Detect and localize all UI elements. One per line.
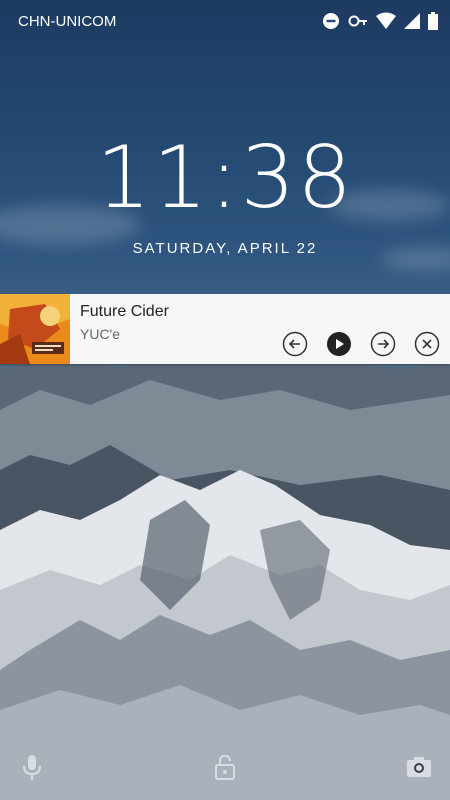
mic-icon (23, 755, 41, 780)
track-title: Future Cider (80, 303, 169, 320)
clock-time: 11:38 (96, 128, 354, 228)
camera-icon (407, 757, 431, 777)
album-art (0, 294, 70, 364)
previous-icon (282, 331, 308, 357)
play-button[interactable] (326, 331, 352, 357)
dnd-icon (322, 12, 340, 35)
media-notification[interactable]: Future Cider YUC'e (0, 294, 450, 364)
status-bar: CHN-UNICOM (0, 0, 450, 44)
next-button[interactable] (370, 331, 396, 357)
close-button[interactable] (414, 331, 440, 357)
media-controls (282, 331, 440, 357)
clock-date: SATURDAY, APRIL 22 (132, 240, 318, 257)
next-icon (370, 331, 396, 357)
unlock-icon (215, 754, 235, 780)
battery-icon (428, 12, 438, 35)
bottom-shortcuts (0, 752, 450, 792)
unlock-button[interactable] (210, 752, 240, 782)
close-icon (414, 331, 440, 357)
wifi-icon (376, 12, 396, 35)
previous-button[interactable] (282, 331, 308, 357)
carrier-label: CHN-UNICOM (18, 13, 117, 30)
play-icon (327, 332, 351, 356)
track-artist: YUC'e (80, 326, 121, 342)
signal-icon (404, 13, 420, 34)
status-icons (322, 12, 438, 35)
lock-screen: CHN-UNICOM 11:38 SATURDAY, APRIL 22 Futu… (0, 0, 450, 800)
voice-assist-button[interactable] (17, 752, 47, 782)
key-icon (348, 12, 368, 35)
camera-button[interactable] (404, 752, 434, 782)
mountain-background (0, 352, 450, 800)
